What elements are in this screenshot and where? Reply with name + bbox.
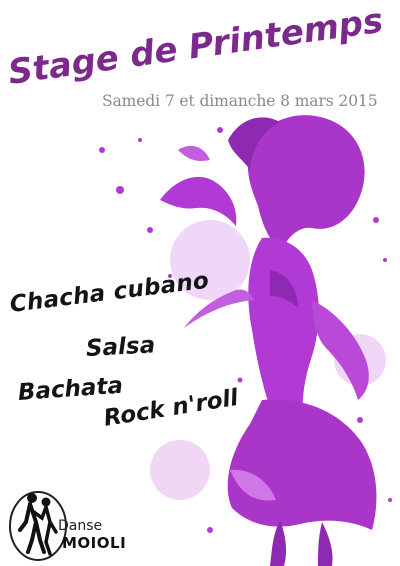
poster-title-text: Stage de Printemps <box>6 6 386 93</box>
poster-title: Stage de Printemps <box>6 6 386 93</box>
dance-item-salsa: Salsa <box>85 332 156 362</box>
brand-name-main: MOIOLI <box>62 534 127 552</box>
poster: Stage de Printemps Samedi 7 et dimanche … <box>0 0 400 566</box>
brand-name-top: Danse <box>58 518 103 534</box>
brand-logo: Danse MOIOLI <box>6 482 136 562</box>
event-dates: Samedi 7 et dimanche 8 mars 2015 <box>102 92 378 110</box>
